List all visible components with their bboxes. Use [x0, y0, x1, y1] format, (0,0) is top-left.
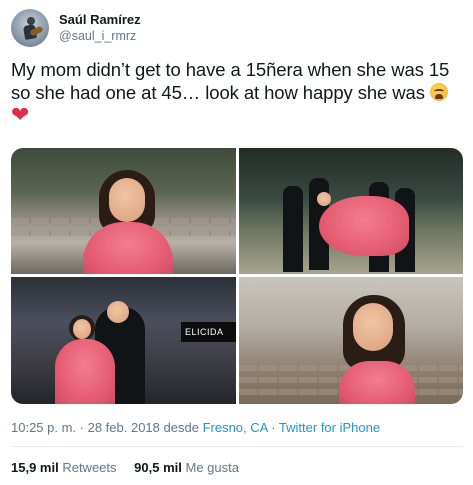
face — [317, 192, 331, 206]
weary-face-emoji-icon — [429, 83, 448, 101]
face — [73, 319, 91, 339]
meta-separator: · — [267, 420, 279, 435]
tweet-time[interactable]: 10:25 p. m. — [11, 420, 76, 435]
tweet-text-line1: My mom didn’t get to have a 15ñera when … — [11, 59, 450, 80]
tweet-text: My mom didn’t get to have a 15ñera when … — [11, 58, 463, 127]
venue-sign: ELICIDA — [181, 322, 236, 342]
man-suit — [283, 186, 303, 272]
tweet-card: Saúl Ramírez @saul_i_rmrz My mom didn’t … — [0, 0, 473, 485]
photo-grid: ELICIDA — [11, 148, 463, 404]
pink-dress — [55, 339, 115, 404]
meta-desde: desde — [159, 420, 203, 435]
client-link[interactable]: Twitter for iPhone — [279, 420, 380, 435]
photo-1[interactable] — [11, 148, 236, 274]
user-handle[interactable]: @saul_i_rmrz — [59, 28, 141, 44]
location-link[interactable]: Fresno, CA — [203, 420, 268, 435]
tweet-stats: 15,9 mil Retweets 90,5 mil Me gusta — [11, 460, 253, 475]
meta-separator: · — [76, 420, 88, 435]
face — [109, 178, 145, 222]
face — [107, 301, 129, 323]
display-name[interactable]: Saúl Ramírez — [59, 12, 141, 28]
photo-2[interactable] — [239, 148, 463, 274]
likes-label: Me gusta — [185, 460, 239, 475]
tweet-meta: 10:25 p. m. · 28 feb. 2018 desde Fresno,… — [11, 420, 380, 435]
likes-stat[interactable]: 90,5 mil Me gusta — [134, 460, 239, 475]
author-names: Saúl Ramírez @saul_i_rmrz — [59, 12, 141, 44]
retweets-label: Retweets — [62, 460, 117, 475]
photo-3[interactable]: ELICIDA — [11, 277, 236, 404]
pink-dress — [339, 361, 415, 404]
retweets-count: 15,9 mil — [11, 460, 59, 475]
tweet-header: Saúl Ramírez @saul_i_rmrz — [11, 8, 141, 48]
likes-count: 90,5 mil — [134, 460, 182, 475]
pink-dress — [319, 196, 409, 256]
divider — [11, 446, 463, 447]
red-heart-emoji-icon: ❤ — [11, 102, 30, 127]
tweet-date[interactable]: 28 feb. 2018 — [88, 420, 160, 435]
retweets-stat[interactable]: 15,9 mil Retweets — [11, 460, 117, 475]
avatar[interactable] — [11, 9, 49, 47]
face — [353, 303, 393, 351]
photo-4[interactable] — [239, 277, 463, 404]
tweet-text-line2: so she had one at 45… look at how happy … — [11, 82, 425, 103]
